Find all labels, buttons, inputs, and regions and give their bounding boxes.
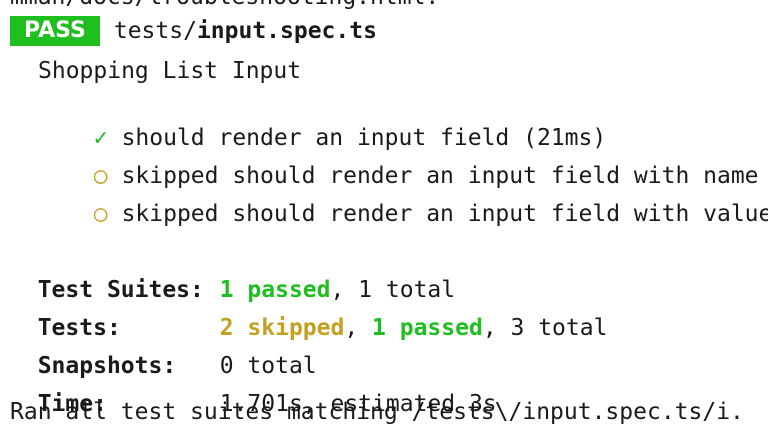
pass-badge: PASS — [10, 16, 100, 46]
test-result-line: ○ skipped should render an input field wi… — [66, 169, 768, 229]
skipped-circle-icon: ○ — [93, 201, 108, 227]
separator: , — [344, 315, 373, 341]
ran-all-message: Ran all test suites matching /tests\/inp… — [10, 399, 744, 425]
test-file-dir: tests/ — [113, 18, 197, 44]
test-file-result: PASS tests/input.spec.ts — [10, 16, 377, 46]
test-description: skipped should render an input field wit… — [121, 201, 768, 227]
passed-count: 1 passed — [372, 315, 483, 341]
suite-name: Shopping List Input — [38, 58, 302, 84]
total-count: , 3 total — [482, 315, 608, 341]
test-file-name: input.spec.ts — [196, 18, 377, 44]
previous-output-line: mman/docs/troubleshooting.html. — [10, 0, 439, 12]
